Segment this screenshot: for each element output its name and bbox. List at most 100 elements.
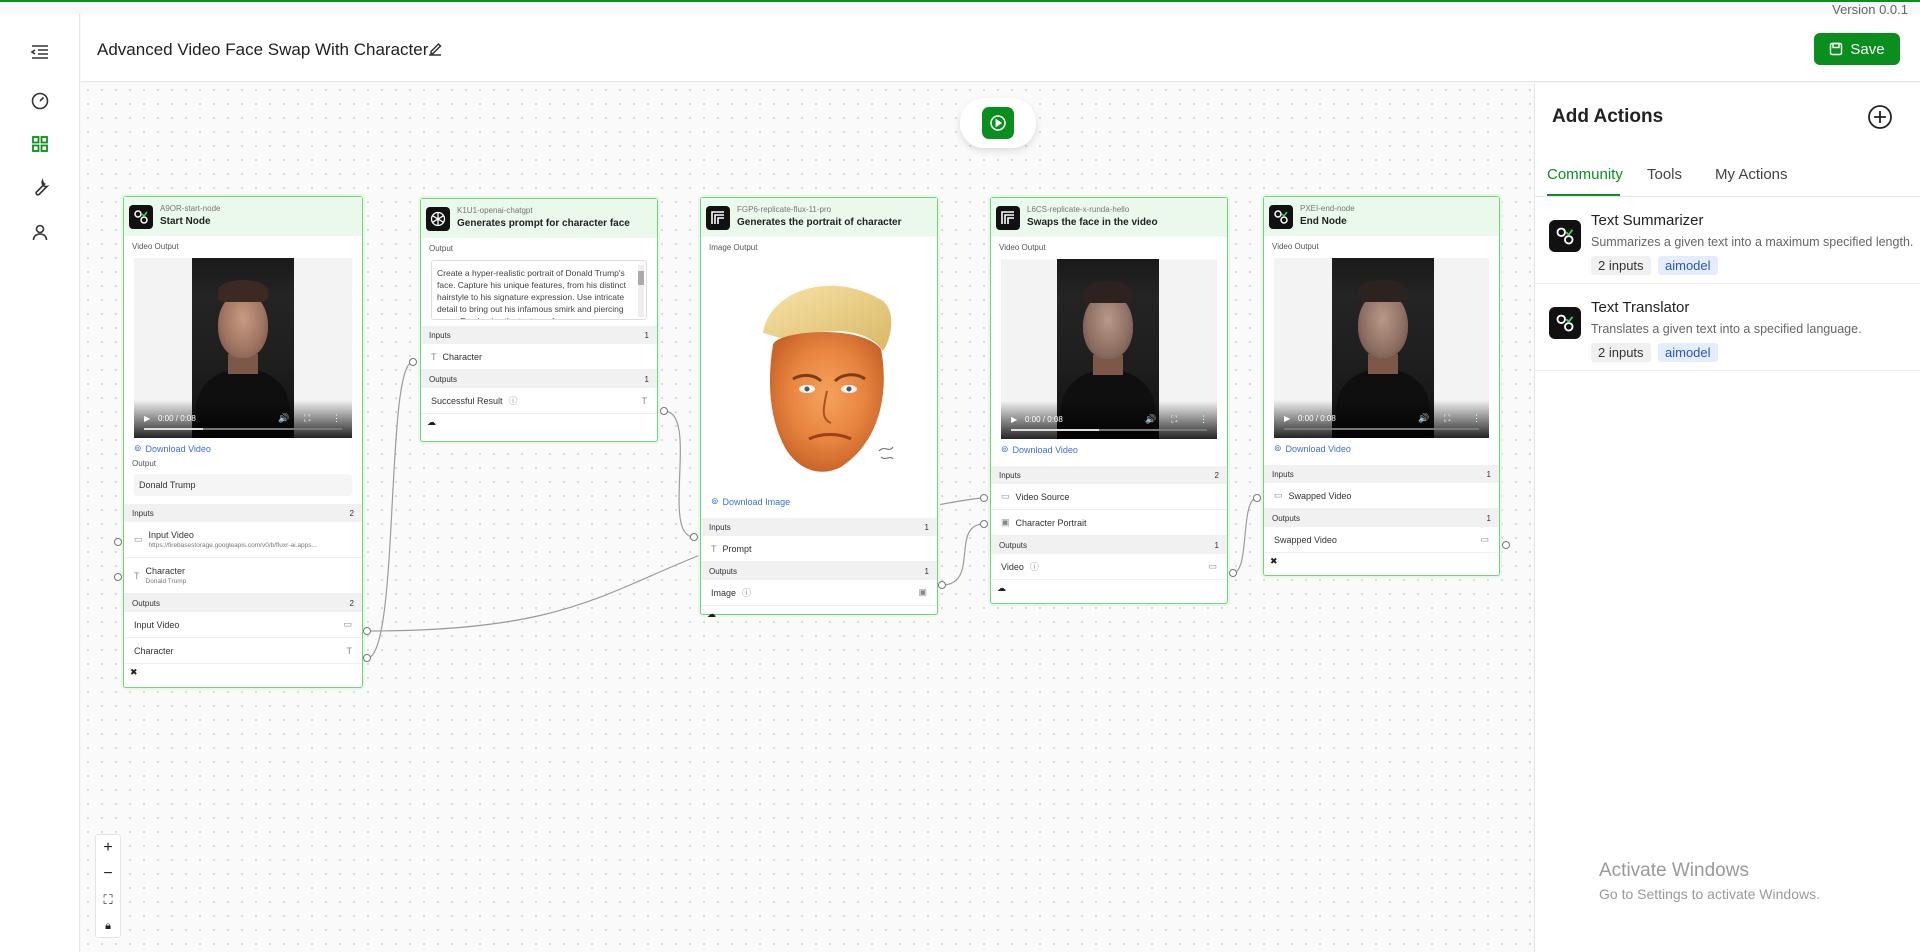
video-player[interactable]: ▶ 0:00 / 0:08 🔊 ⛶ ⋮ <box>134 258 352 438</box>
play-icon[interactable]: ▶ <box>1284 414 1290 423</box>
user-icon[interactable] <box>26 218 54 246</box>
fullscreen-icon[interactable]: ⛶ <box>304 413 310 424</box>
node-title: Swaps the face in the video <box>1027 217 1158 228</box>
video-progress[interactable] <box>1284 428 1479 430</box>
tab-my-actions[interactable]: My Actions <box>1715 166 1788 183</box>
zoom-controls: + − ⛶ 🔒︎ <box>95 834 121 938</box>
output-textarea[interactable]: Create a hyper-realistic portrait of Don… <box>431 260 647 320</box>
video-player[interactable]: ▶ 0:00 / 0:08 🔊 ⛶ ⋮ <box>1001 259 1217 439</box>
fullscreen-icon[interactable]: ⛶ <box>1171 414 1177 425</box>
tag-badge: aimodel <box>1658 343 1718 362</box>
run-workflow-button[interactable] <box>960 98 1036 148</box>
flux-node[interactable]: FGP6-replicate-flux-11-pro Generates the… <box>700 197 938 619</box>
volume-icon[interactable]: 🔊 <box>1145 414 1156 425</box>
input-row-character-portrait[interactable]: ▣ Character Portrait <box>991 510 1227 536</box>
save-button[interactable]: Save <box>1814 33 1900 65</box>
watermark-line-2: Go to Settings to activate Windows. <box>1599 886 1820 902</box>
output-row-character[interactable]: Character T <box>124 638 362 664</box>
video-progress[interactable] <box>1011 429 1207 431</box>
input-handle[interactable] <box>114 538 122 546</box>
node-logo-icon <box>129 205 153 229</box>
input-row-character[interactable]: T Character Donald Trump <box>124 558 362 594</box>
input-row-prompt[interactable]: T Prompt <box>701 536 937 562</box>
play-icon[interactable]: ▶ <box>144 414 150 423</box>
edit-title-icon[interactable] <box>426 40 444 58</box>
zoom-in-icon[interactable]: + <box>96 835 120 861</box>
lock-icon[interactable]: 🔒︎ <box>96 913 120 939</box>
output-row-image[interactable]: Image ⓘ ▣ <box>701 580 937 606</box>
output-handle[interactable] <box>1502 541 1510 549</box>
tab-tools[interactable]: Tools <box>1647 166 1682 183</box>
volume-icon[interactable]: 🔊 <box>278 413 289 424</box>
output-text: Create a hyper-realistic portrait of Don… <box>437 268 626 319</box>
node-title: Generates prompt for character face <box>457 218 630 229</box>
input-handle[interactable] <box>690 533 698 541</box>
download-label: Download Video <box>1012 444 1078 455</box>
input-handle[interactable] <box>980 520 988 528</box>
zoom-out-icon[interactable]: − <box>96 861 120 887</box>
menu-collapse-icon[interactable] <box>26 38 54 66</box>
video-type-icon: ▭ <box>1208 561 1217 571</box>
input-handle[interactable] <box>980 494 988 502</box>
fit-view-icon[interactable]: ⛶ <box>96 887 120 913</box>
download-image-link[interactable]: ⊚ Download Image <box>701 491 937 512</box>
node-title: Generates the portrait of character <box>737 217 902 228</box>
text-type-icon: T <box>711 543 717 554</box>
download-icon: ⊚ <box>1274 443 1282 453</box>
inputs-badge: 2 inputs <box>1591 256 1651 275</box>
volume-icon[interactable]: 🔊 <box>1418 413 1429 424</box>
tab-community[interactable]: Community <box>1547 166 1623 183</box>
output-row-video[interactable]: Input Video ▭ <box>124 612 362 638</box>
download-video-link[interactable]: ⊚ Download Video <box>124 438 362 459</box>
wrench-icon[interactable] <box>26 174 54 202</box>
outputs-header: Outputs 1 <box>421 370 657 388</box>
grid-icon[interactable] <box>26 130 54 158</box>
replicate-logo-icon <box>996 206 1020 230</box>
output-handle[interactable] <box>660 407 668 415</box>
node-id: PXEI-end-node <box>1300 204 1355 213</box>
outputs-header: Outputs 1 <box>701 562 937 580</box>
action-card[interactable]: Text Translator Translates a given text … <box>1535 285 1920 371</box>
swap-node[interactable]: L6CS-replicate-x-runda-hello Swaps the f… <box>990 197 1228 604</box>
output-handle[interactable] <box>363 654 371 662</box>
node-title: Start Node <box>160 216 211 227</box>
input-row-video[interactable]: ▭ Input Video https://firebasestorage.goog… <box>124 522 362 558</box>
output-handle[interactable] <box>938 581 946 589</box>
input-row-swapped-video[interactable]: ▭ Swapped Video <box>1264 483 1499 509</box>
fullscreen-icon[interactable]: ⛶ <box>1444 413 1450 424</box>
dashboard-icon[interactable] <box>26 86 54 114</box>
video-player[interactable]: ▶ 0:00 / 0:08 🔊 ⛶ ⋮ <box>1274 258 1489 438</box>
end-node[interactable]: PXEI-end-node End Node Video Output ▶ 0:… <box>1263 196 1500 576</box>
input-handle[interactable] <box>1253 494 1261 502</box>
output-row-result[interactable]: Successful Result ⓘ T <box>421 388 657 414</box>
play-circle-icon <box>990 115 1006 131</box>
output-handle[interactable] <box>363 627 371 635</box>
more-icon[interactable]: ⋮ <box>332 413 341 424</box>
action-logo-icon <box>1549 220 1581 252</box>
download-video-link[interactable]: ⊚ Download Video <box>1264 438 1499 459</box>
inputs-header: Inputs 2 <box>124 504 362 522</box>
input-row-video-source[interactable]: ▭ Video Source <box>991 484 1227 510</box>
video-progress[interactable] <box>144 428 342 430</box>
download-video-link[interactable]: ⊚ Download Video <box>991 439 1227 460</box>
save-label: Save <box>1850 40 1885 58</box>
video-type-icon: ▭ <box>1001 491 1010 501</box>
output-row-swapped-video[interactable]: Swapped Video ▭ <box>1264 527 1499 553</box>
action-card[interactable]: Text Summarizer Summarizes a given text … <box>1535 198 1920 284</box>
add-circle-icon[interactable] <box>1866 103 1894 131</box>
save-icon <box>1830 42 1843 56</box>
start-node[interactable]: A9OR-start-node Start Node Video Output … <box>123 196 363 688</box>
output-row-video[interactable]: Video ⓘ ▭ <box>991 554 1227 580</box>
scrollbar[interactable] <box>638 265 644 317</box>
input-handle[interactable] <box>409 358 417 366</box>
chatgpt-node[interactable]: K1U1-openai-chatgpt Generates prompt for… <box>420 198 658 442</box>
output-label: Output <box>429 244 454 253</box>
input-label: Swapped Video <box>1288 490 1352 501</box>
output-handle[interactable] <box>1229 569 1237 577</box>
more-icon[interactable]: ⋮ <box>1199 414 1208 425</box>
more-icon[interactable]: ⋮ <box>1472 413 1481 424</box>
play-icon[interactable]: ▶ <box>1011 415 1017 424</box>
replicate-logo-icon <box>706 206 730 230</box>
input-row-character[interactable]: T Character <box>421 344 657 370</box>
input-handle[interactable] <box>114 573 122 581</box>
